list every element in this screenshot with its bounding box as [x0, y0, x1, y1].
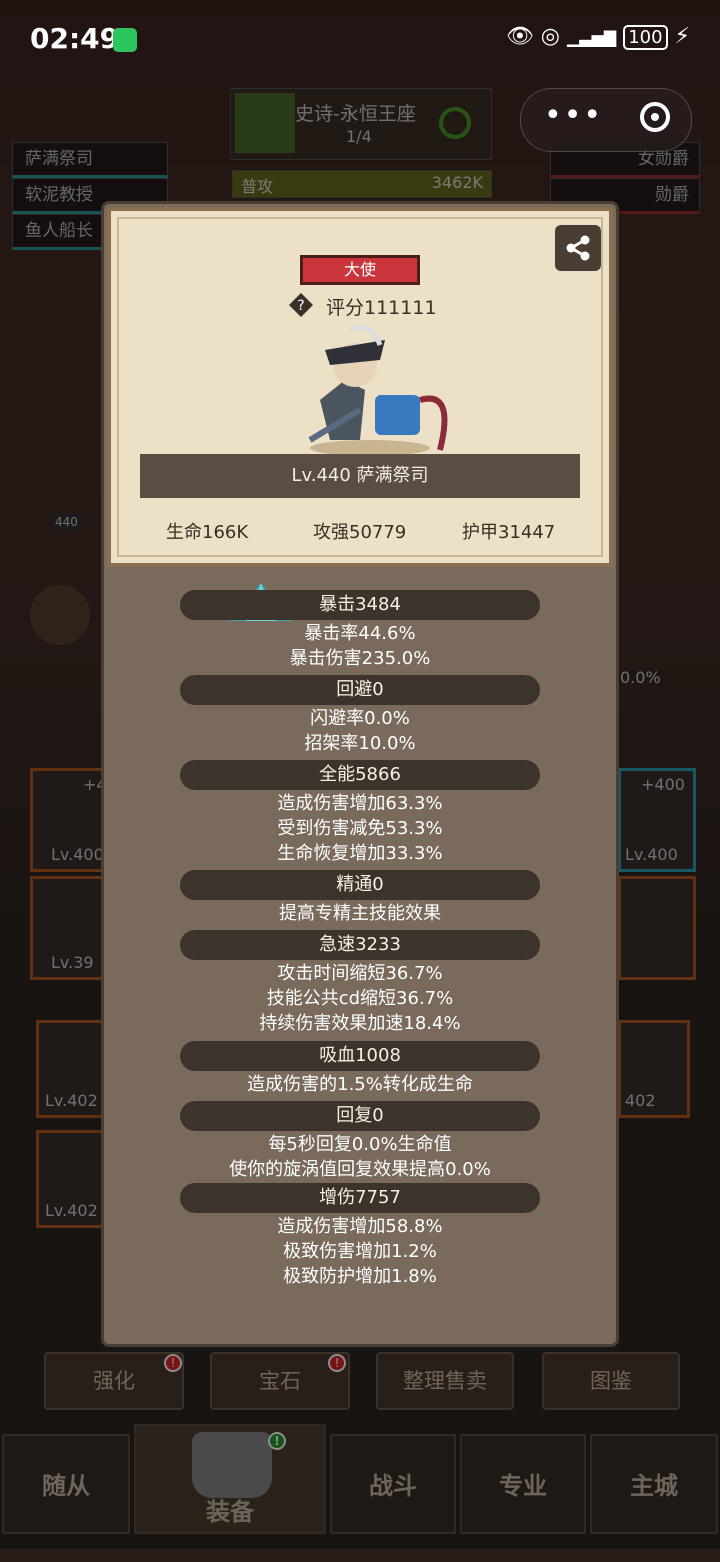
attr-lifesteal-title: 吸血1008 — [180, 1041, 540, 1071]
share-icon — [566, 235, 590, 261]
attr-line: 持续伤害效果加速18.4% — [259, 1013, 461, 1034]
attr-line: 暴击率44.6% — [304, 623, 416, 644]
attr-mastery-title: 精通0 — [180, 870, 540, 900]
charging-icon: ⚡ — [674, 24, 690, 49]
close-mini-program-icon[interactable] — [640, 102, 670, 132]
attr-line: 每5秒回复0.0%生命值 — [268, 1134, 452, 1155]
attr-line: 极致伤害增加1.2% — [283, 1241, 437, 1262]
hero-attack-power: 攻强50779 — [313, 522, 407, 543]
class-badge: 大使 — [300, 255, 420, 285]
status-icons: 👁 ◎ ▁▃▅▇ 100 ⚡ — [505, 24, 690, 50]
attr-versatility-title: 全能5866 — [180, 760, 540, 790]
svg-text:?: ? — [297, 298, 304, 314]
share-button[interactable] — [555, 225, 601, 271]
status-time: 02:49 — [30, 22, 120, 55]
attr-line: 使你的旋涡值回复效果提高0.0% — [229, 1159, 491, 1180]
attr-haste-title: 急速3233 — [180, 930, 540, 960]
attr-line: 造成伤害增加63.3% — [277, 793, 443, 814]
attr-line: 造成伤害增加58.8% — [277, 1216, 443, 1237]
attr-dodge-title: 回避0 — [180, 675, 540, 705]
attr-crit-title: 暴击3484 — [180, 590, 540, 620]
attr-line: 受到伤害减免53.3% — [277, 818, 443, 839]
attr-regen-title: 回复0 — [180, 1101, 540, 1131]
help-icon[interactable]: ? — [288, 292, 314, 318]
attr-line: 攻击时间缩短36.7% — [277, 963, 443, 984]
more-button[interactable]: ••• — [544, 98, 603, 133]
eye-icon: 👁 — [505, 24, 534, 49]
attr-line: 闪避率0.0% — [310, 708, 410, 729]
hotspot-icon: ◎ — [540, 24, 560, 49]
battery-level: 100 — [623, 25, 668, 50]
wechat-icon — [113, 28, 137, 52]
signal-icon: ▁▃▅▇ — [566, 28, 617, 47]
attr-line: 招架率10.0% — [304, 733, 416, 754]
attr-line: 暴击伤害235.0% — [289, 648, 431, 669]
attr-line: 造成伤害的1.5%转化成生命 — [247, 1074, 473, 1095]
hero-portrait — [308, 324, 448, 456]
attr-line: 极致防护增加1.8% — [283, 1266, 437, 1287]
hero-hp: 生命166K — [166, 522, 249, 543]
attr-line: 生命恢复增加33.3% — [277, 843, 443, 864]
rating-score: 评分111111 — [326, 297, 437, 319]
hero-name-level: Lv.440 萨满祭司 — [140, 454, 580, 498]
attr-line: 提高专精主技能效果 — [279, 903, 441, 924]
hero-armor: 护甲31447 — [462, 522, 556, 543]
attr-damage-bonus-title: 增伤7757 — [180, 1183, 540, 1213]
attr-line: 技能公共cd缩短36.7% — [266, 988, 454, 1009]
